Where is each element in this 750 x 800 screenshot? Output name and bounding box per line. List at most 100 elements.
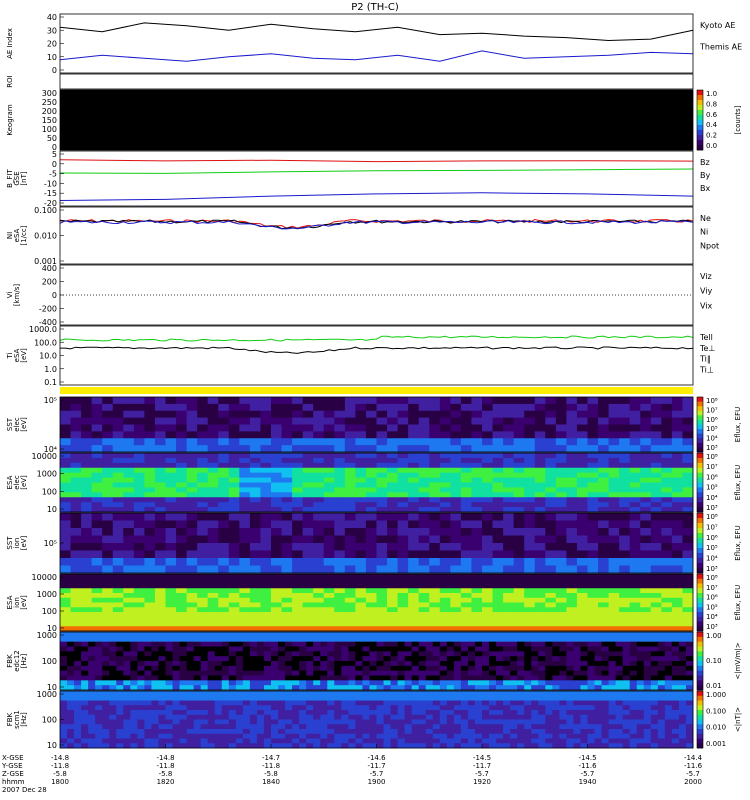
heatmap-cell	[474, 724, 483, 730]
heatmap-cell	[130, 646, 138, 652]
heatmap-cell	[446, 738, 455, 744]
heatmap-cell	[313, 513, 325, 521]
heatmap-cell	[404, 729, 413, 735]
heatmap-cell	[271, 410, 282, 419]
heatmap-cell	[573, 632, 581, 638]
heatmap-cell	[545, 502, 557, 508]
heatmap-cell	[555, 607, 567, 613]
heatmap-cell	[559, 651, 567, 657]
heatmap-cell	[186, 397, 198, 405]
heatmap-cell	[503, 550, 515, 559]
heatmap-cell	[151, 651, 159, 657]
heatmap-cell	[397, 636, 406, 643]
heatmap-cell	[682, 445, 694, 453]
heatmap-cell	[123, 675, 131, 681]
heatmap-cell	[263, 710, 272, 716]
heatmap-cell	[323, 431, 335, 439]
heatmap-cell	[271, 397, 282, 405]
heatmap-cell	[176, 565, 187, 574]
heatmap-cell	[91, 520, 103, 529]
heatmap-cell	[474, 661, 483, 667]
heatmap-cell	[249, 651, 258, 657]
colorbar-swatch	[697, 513, 703, 519]
heatmap-cell	[281, 593, 293, 599]
heatmap-cell	[102, 578, 114, 584]
heatmap-cell	[622, 705, 631, 711]
heatmap-cell	[133, 445, 145, 453]
heatmap-cell	[383, 705, 391, 711]
heatmap-cell	[228, 621, 240, 627]
plot-title: P2 (TH-C)	[351, 2, 399, 13]
heatmap-cell	[323, 520, 335, 529]
heatmap-cell	[260, 612, 272, 618]
heatmap-cell	[144, 578, 156, 584]
heatmap-cell	[214, 710, 223, 716]
keogram-image	[60, 90, 693, 150]
heatmap-cell	[313, 733, 321, 739]
heatmap-cell	[573, 680, 581, 686]
heatmap-cell	[408, 472, 420, 478]
heatmap-cell	[112, 438, 124, 446]
heatmap-cell	[636, 680, 645, 686]
heatmap-cell	[587, 462, 599, 469]
heatmap-cell	[390, 636, 398, 643]
colorbar-tick-label: 10⁷	[706, 584, 718, 592]
heatmap-cell	[534, 477, 546, 483]
heatmap-cell	[390, 695, 398, 701]
colorbar-swatch	[697, 651, 703, 657]
heatmap-cell	[671, 492, 683, 498]
heatmap-cell	[323, 565, 335, 574]
heatmap-cell	[376, 457, 388, 464]
heatmap-cell	[622, 719, 631, 725]
heatmap-cell	[671, 403, 683, 412]
heatmap-cell	[70, 565, 82, 574]
heatmap-cell	[636, 665, 645, 672]
heatmap-cell	[365, 520, 377, 529]
heatmap-cell	[629, 651, 638, 657]
heatmap-cell	[123, 719, 131, 725]
heatmap-cell	[292, 535, 304, 544]
heatmap-cell	[545, 612, 557, 618]
heatmap-cell	[682, 588, 694, 594]
heatmap-cell	[555, 472, 567, 478]
heatmap-cell	[383, 675, 391, 681]
heatmap-cell	[91, 602, 103, 608]
heatmap-cell	[552, 632, 560, 638]
colorbar-label: Eflux, EFU	[734, 407, 742, 442]
heatmap-cell	[489, 691, 497, 697]
heatmap-cell	[197, 602, 209, 608]
heatmap-cell	[552, 724, 560, 730]
heatmap-cell	[186, 675, 195, 681]
heatmap-cell	[643, 710, 652, 716]
heatmap-cell	[165, 528, 177, 536]
legend-label: Ti‖	[699, 355, 711, 364]
heatmap-cell	[239, 467, 251, 474]
heatmap-cell	[154, 550, 166, 559]
heatmap-cell	[640, 457, 652, 464]
colorbar-swatch	[697, 419, 703, 425]
heatmap-cell	[221, 719, 230, 725]
heatmap-cell	[460, 453, 472, 459]
heatmap-cell	[285, 729, 293, 735]
heatmap-cell	[390, 651, 398, 657]
heatmap-cell	[432, 646, 441, 652]
colorbar-swatch	[697, 656, 703, 662]
heatmap-cell	[81, 602, 93, 608]
heatmap-cell	[474, 632, 483, 638]
heatmap-cell	[271, 665, 279, 672]
heatmap-cell	[144, 632, 152, 638]
heatmap-cell	[545, 588, 557, 594]
heatmap-cell	[365, 472, 377, 478]
heatmap-cell	[534, 431, 546, 439]
heatmap-cell	[576, 597, 588, 603]
heatmap-cell	[587, 558, 599, 566]
heatmap-cell	[524, 520, 536, 529]
heatmap-cell	[471, 543, 483, 551]
heatmap-cell	[471, 431, 483, 439]
heatmap-cell	[450, 472, 462, 478]
heatmap-cell	[116, 733, 124, 739]
heatmap-cell	[186, 710, 195, 716]
heatmap-cell	[608, 597, 620, 603]
heatmap-cell	[446, 680, 455, 686]
heatmap-cell	[271, 705, 279, 711]
